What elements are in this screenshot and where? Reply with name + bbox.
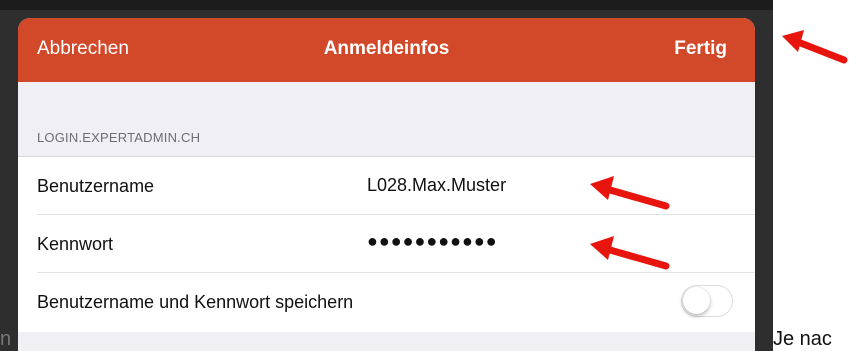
backdrop-top-strip [0,0,773,10]
username-label: Benutzername [37,176,155,196]
done-button[interactable]: Fertig [674,38,727,60]
save-credentials-row: Benutzername und Kennwort speichern [18,273,755,331]
sheet-title: Anmeldeinfos [323,38,450,59]
save-credentials-toggle[interactable] [681,285,733,317]
arrow-username-annotation [590,176,670,210]
side-text-fragment: Je nac [773,328,832,350]
save-credentials-label: Benutzername und Kennwort speichern [37,292,354,312]
section-header: LOGIN.EXPERTADMIN.CH [37,130,201,145]
arrow-password-annotation [590,236,670,270]
password-label: Kennwort [37,234,114,254]
password-field[interactable]: ●●●●●●●●●●● [367,231,498,252]
arrow-done-annotation [782,30,848,64]
navigation-bar: Abbrechen Anmeldeinfos Fertig [18,18,755,82]
toggle-knob [683,287,710,314]
left-text-fragment: n [0,328,10,350]
bottom-gray-area [18,332,755,351]
username-field[interactable]: L028.Max.Muster [367,175,506,196]
